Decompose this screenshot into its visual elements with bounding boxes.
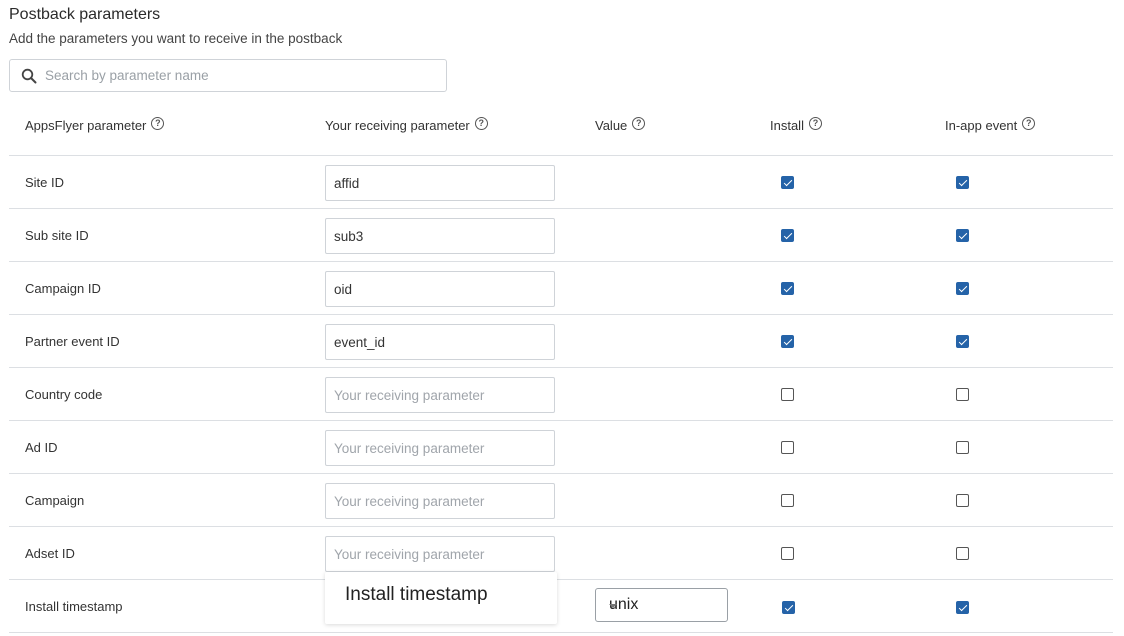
inapp-event-checkbox[interactable] xyxy=(956,282,969,295)
search-icon xyxy=(21,68,37,84)
param-label: Partner event ID xyxy=(25,334,120,349)
inapp-event-checkbox[interactable] xyxy=(956,494,969,507)
install-checkbox[interactable] xyxy=(781,229,794,242)
receiving-param-input[interactable] xyxy=(326,219,554,253)
help-icon[interactable]: ? xyxy=(151,117,165,130)
receiving-param-input[interactable] xyxy=(326,537,554,571)
inapp-event-checkbox[interactable] xyxy=(956,229,969,242)
inapp-event-checkbox[interactable] xyxy=(956,176,969,189)
install-checkbox[interactable] xyxy=(781,494,794,507)
help-icon[interactable]: ? xyxy=(632,117,646,130)
param-label: Campaign xyxy=(25,493,85,508)
value-select[interactable]: unix xyxy=(595,588,728,622)
tooltip-text: Install timestamp xyxy=(345,584,488,605)
section-title: Postback parameters xyxy=(9,6,161,23)
help-icon[interactable]: ? xyxy=(474,117,488,130)
col-header-inapp-event: In-app event ? xyxy=(945,117,1036,133)
search-input[interactable] xyxy=(45,60,435,91)
install-checkbox[interactable] xyxy=(781,335,794,348)
table-row: Install timestamp Install timestamp unix xyxy=(9,572,1113,633)
col-header-label: AppsFlyer parameter xyxy=(25,118,147,133)
param-label: Site ID xyxy=(25,175,65,190)
receiving-param-input[interactable] xyxy=(326,166,554,200)
param-label: Ad ID xyxy=(25,440,58,455)
inapp-event-checkbox[interactable] xyxy=(956,388,969,401)
table-row: Campaign ID xyxy=(9,262,1113,315)
col-header-install: Install ? xyxy=(770,117,822,133)
table-row: Sub site ID xyxy=(9,209,1113,262)
col-header-label: Your receiving parameter xyxy=(325,118,470,133)
col-header-appsflyer-parameter: AppsFlyer parameter ? xyxy=(25,117,165,133)
receiving-param-input[interactable] xyxy=(326,431,554,465)
help-icon[interactable]: ? xyxy=(808,117,822,130)
help-icon[interactable]: ? xyxy=(1022,117,1036,130)
param-label: Country code xyxy=(25,387,103,402)
receiving-param-field[interactable] xyxy=(325,536,555,572)
chevron-down-icon xyxy=(609,604,617,608)
receiving-param-input[interactable] xyxy=(326,325,554,359)
receiving-param-input[interactable] xyxy=(326,484,554,518)
table-row: Partner event ID xyxy=(9,315,1113,368)
table-row: Country code xyxy=(9,368,1113,421)
param-label: Sub site ID xyxy=(25,228,89,243)
receiving-param-field[interactable] xyxy=(325,271,555,307)
inapp-event-checkbox[interactable] xyxy=(956,601,969,614)
table-row: Campaign xyxy=(9,474,1113,527)
section-subtitle: Add the parameters you want to receive i… xyxy=(9,31,343,46)
table-row: Adset ID xyxy=(9,527,1113,580)
inapp-event-checkbox[interactable] xyxy=(956,547,969,560)
receiving-param-field[interactable] xyxy=(325,218,555,254)
install-checkbox[interactable] xyxy=(781,441,794,454)
param-label: Campaign ID xyxy=(25,281,101,296)
param-label: Adset ID xyxy=(25,546,75,561)
param-label: Install timestamp xyxy=(25,599,123,614)
receiving-param-field[interactable] xyxy=(325,165,555,201)
install-checkbox[interactable] xyxy=(781,547,794,560)
receiving-param-field[interactable] xyxy=(325,483,555,519)
search-box[interactable] xyxy=(9,59,447,92)
table-row: Ad ID xyxy=(9,421,1113,474)
install-checkbox[interactable] xyxy=(782,601,795,614)
col-header-receiving-parameter: Your receiving parameter ? xyxy=(325,117,488,133)
divider xyxy=(9,632,1113,633)
col-header-label: Install xyxy=(770,118,804,133)
receiving-param-input[interactable] xyxy=(326,272,554,306)
install-checkbox[interactable] xyxy=(781,176,794,189)
table-row: Site ID xyxy=(9,156,1113,209)
receiving-param-field[interactable] xyxy=(325,324,555,360)
inapp-event-checkbox[interactable] xyxy=(956,441,969,454)
tooltip: Install timestamp xyxy=(325,572,557,624)
install-checkbox[interactable] xyxy=(781,388,794,401)
inapp-event-checkbox[interactable] xyxy=(956,335,969,348)
col-header-value: Value ? xyxy=(595,117,646,133)
col-header-label: Value xyxy=(595,118,628,133)
receiving-param-input[interactable] xyxy=(326,378,554,412)
receiving-param-field[interactable] xyxy=(325,377,555,413)
col-header-label: In-app event xyxy=(945,118,1018,133)
receiving-param-field[interactable] xyxy=(325,430,555,466)
install-checkbox[interactable] xyxy=(781,282,794,295)
